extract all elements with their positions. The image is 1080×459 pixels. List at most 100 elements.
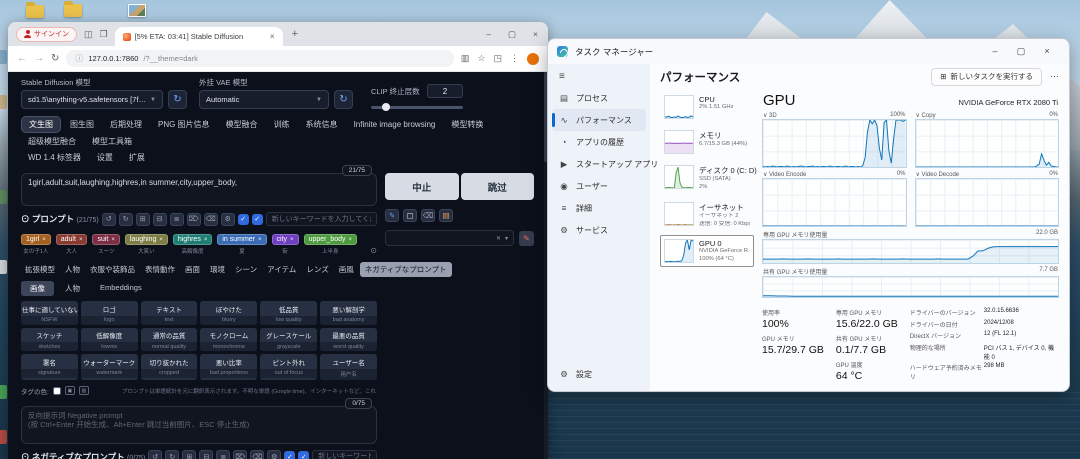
sub-tab[interactable]: Embeddings (91, 281, 151, 296)
prompt-toggle-checkbox[interactable]: ✓ (237, 213, 249, 225)
desktop-icon-partial[interactable] (0, 385, 7, 399)
negative-tag-button[interactable]: 切り抜かれた cropped (140, 354, 198, 380)
negative-tag-button[interactable]: ユーザー名 用户名 (320, 354, 377, 380)
tag-color-option-icon[interactable]: ▨ (78, 386, 89, 395)
negative-tag-button[interactable]: 通常の品質 normal quality (140, 327, 198, 351)
tm-sidebar-item[interactable]: ◉ ユーザー (552, 175, 646, 197)
negative-toggle-checkbox[interactable]: ✓ (284, 451, 296, 459)
back-icon[interactable]: ← (17, 53, 27, 64)
prompt-toggle-checkbox[interactable]: ✓ (251, 213, 263, 225)
main-tab[interactable]: 文生图 (21, 116, 61, 133)
tab-groups-icon[interactable]: ❐ (100, 29, 108, 40)
main-tab[interactable]: PNG 图片信息 (151, 117, 217, 132)
tm-sidebar-item[interactable]: ▤ プロセス (552, 87, 646, 109)
prompt-tool-button[interactable]: ⚙ (220, 212, 235, 226)
negative-toggle-checkbox[interactable]: ✓ (298, 451, 310, 459)
main-tab[interactable]: 扩展 (122, 150, 152, 165)
browser-tab[interactable]: [5% ETA: 03:41] Stable Diffusion × (114, 27, 283, 46)
tab-search-icon[interactable]: ◫ (84, 29, 93, 40)
prompt-tool-button[interactable]: ⌫ (203, 212, 218, 226)
category-tab[interactable]: アイテム (263, 262, 300, 277)
tag-remove-icon[interactable]: × (258, 237, 262, 243)
category-tab[interactable]: 拡張模型 (21, 262, 59, 277)
negative-tag-button[interactable]: 最悪の品質 worst quality (320, 327, 377, 351)
tag-pill[interactable]: city × (271, 234, 299, 245)
clip-skip-slider[interactable] (371, 103, 463, 111)
main-tab[interactable]: 超级模型融合 (21, 134, 83, 149)
browser-signin-button[interactable]: サインイン (16, 26, 77, 42)
tab-close-icon[interactable]: × (270, 32, 275, 41)
negative-keyword-input[interactable] (312, 449, 377, 459)
main-tab[interactable]: 设置 (90, 150, 120, 165)
tag-remove-icon[interactable]: × (111, 237, 115, 243)
desktop-folder-icon[interactable] (64, 1, 82, 17)
main-tab[interactable]: Infinite image browsing (347, 118, 443, 131)
negative-tool-button[interactable]: ↺ (148, 450, 163, 459)
main-tab[interactable]: 模型转换 (444, 117, 490, 132)
performance-card[interactable]: CPU 2% 1.51 GHz (660, 91, 754, 123)
prompt-tool-button[interactable]: ≣ (169, 212, 184, 226)
vae-refresh-icon[interactable]: ↻ (334, 90, 353, 109)
tm-close-button[interactable]: × (1034, 46, 1060, 57)
prompt-tool-button[interactable]: ⊟ (152, 212, 167, 226)
tag-remove-icon[interactable]: × (79, 237, 83, 243)
generate-action-button[interactable]: ▢ (403, 209, 417, 222)
skip-button[interactable]: 跳过 (460, 173, 534, 200)
main-tab[interactable]: 图生图 (63, 117, 101, 132)
tm-minimize-button[interactable]: – (982, 46, 1008, 57)
category-tab[interactable]: 画面 (181, 262, 204, 277)
negative-tag-button[interactable]: 悪い比率 bad proportions (200, 354, 258, 380)
negative-tool-button[interactable]: ≣ (216, 450, 231, 459)
desktop-icon-partial[interactable] (0, 50, 7, 64)
tm-maximize-button[interactable]: ▢ (1008, 46, 1034, 57)
negative-tool-button[interactable]: ⌫ (250, 450, 265, 459)
more-options-icon[interactable]: ⋯ (1050, 71, 1059, 82)
slider-knob[interactable] (382, 103, 391, 111)
category-tab[interactable]: 表情動作 (141, 262, 179, 277)
performance-card[interactable]: イーサネット イーサネット 2 送信: 0 受信: 0 Kbps (660, 198, 754, 232)
engine-label[interactable]: ∨ 3D (763, 112, 777, 119)
tm-sidebar-item[interactable]: ⚙ サービス (552, 219, 646, 241)
main-tab[interactable]: 系统信息 (299, 117, 345, 132)
performance-card[interactable]: GPU 0 NVIDIA GeForce R... 100% (64 °C) (660, 235, 754, 268)
negative-tag-button[interactable]: グレースケール grayscale (260, 327, 318, 351)
tag-remove-icon[interactable]: × (349, 237, 353, 243)
category-tab[interactable]: レンズ (302, 262, 332, 277)
browser-close-button[interactable]: × (533, 29, 538, 40)
model-dropdown[interactable]: sd1.5\anything-v5.safetensors [7f96a1a9c… (21, 90, 163, 109)
desktop-icon-partial[interactable] (0, 190, 7, 204)
browser-maximize-button[interactable]: ▢ (508, 29, 516, 40)
engine-label[interactable]: ∨ Video Decode (916, 171, 960, 178)
negative-tag-button[interactable]: スケッチ sketches (21, 327, 78, 351)
main-tab[interactable]: 训练 (267, 117, 297, 132)
tag-pill[interactable]: 1girl × (21, 234, 51, 245)
negative-tag-button[interactable]: 署名 signature (21, 354, 78, 380)
negative-tag-button[interactable]: テキスト text (140, 301, 198, 325)
apply-style-brush-icon[interactable]: ✎ (519, 230, 534, 246)
tag-remove-icon[interactable]: × (290, 237, 294, 243)
prompt-tool-button[interactable]: ↺ (101, 212, 116, 226)
main-tab[interactable]: 后期处理 (103, 117, 149, 132)
main-tab[interactable]: WD 1.4 标签器 (21, 150, 88, 165)
prompt-tool-button[interactable]: ⌦ (186, 212, 201, 226)
forward-icon[interactable]: → (34, 53, 44, 64)
vae-dropdown[interactable]: Automatic ▼ (199, 90, 329, 109)
tag-pill[interactable]: suit × (92, 234, 120, 245)
category-tab[interactable]: 人物 (61, 262, 84, 277)
collapse-icon[interactable]: ⊙ (370, 246, 377, 255)
tag-color-swatch[interactable] (52, 386, 61, 395)
style-dropdown[interactable]: ✕ ▾ (385, 230, 514, 246)
negative-tag-button[interactable]: ピント外れ out of focus (260, 354, 318, 380)
run-new-task-button[interactable]: ⊞ 新しいタスクを実行する (931, 67, 1042, 86)
hamburger-menu-icon[interactable]: ≡ (552, 66, 646, 86)
extensions-icon[interactable]: ◳ (493, 53, 502, 64)
tag-remove-icon[interactable]: × (204, 237, 208, 243)
tm-sidebar-item[interactable]: ≡ 詳細 (552, 197, 646, 219)
category-tab[interactable]: 画風 (335, 262, 358, 277)
new-tab-button[interactable]: + (292, 28, 298, 40)
prompt-textarea[interactable]: 1girl,adult,suit,laughing,highres,in sum… (21, 173, 377, 206)
tag-pill[interactable]: laughing × (124, 234, 168, 245)
tm-sidebar-item[interactable]: ∿ パフォーマンス (552, 109, 646, 131)
negative-tag-button[interactable]: 低解像度 lowres (80, 327, 138, 351)
tm-sidebar-settings[interactable]: ⚙ 設定 (552, 363, 646, 385)
